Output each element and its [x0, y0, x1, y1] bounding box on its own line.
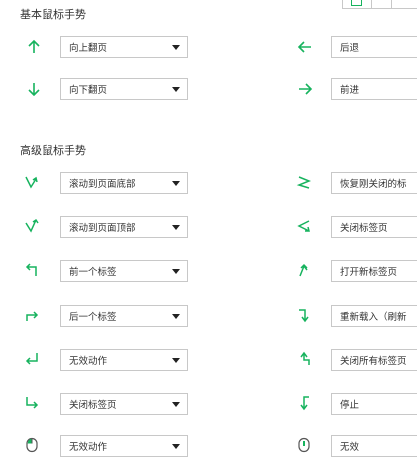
gesture-right-down-icon: [296, 307, 312, 323]
gesture-select-up[interactable]: 向上翻页: [60, 36, 188, 58]
caret-down-icon: [172, 181, 180, 186]
arrow-right-icon: [297, 81, 313, 97]
select-value: 前一个标签: [69, 267, 117, 278]
gesture-up-down-icon: [24, 218, 40, 234]
select-value: 后退: [340, 43, 360, 54]
select-value: 打开新标签页: [340, 267, 398, 278]
gesture-select-adv-5[interactable]: 前一个标签: [60, 260, 188, 282]
select-value: 停止: [340, 400, 360, 411]
select-value: 滚动到页面底部: [69, 179, 136, 190]
gesture-select-right[interactable]: 前进: [331, 78, 417, 100]
caret-down-icon: [172, 269, 180, 274]
divider: [371, 0, 372, 8]
arrow-up-icon: [26, 39, 42, 55]
section-title-basic: 基本鼠标手势: [20, 8, 86, 21]
gesture-down-left-icon: [24, 351, 40, 367]
select-value: 关闭标签页: [69, 400, 117, 411]
select-value: 关闭所有标签页: [340, 356, 407, 367]
gesture-down-right-icon: [24, 395, 40, 411]
gesture-select-adv-14[interactable]: 无效: [331, 435, 417, 457]
gesture-right-icon: [24, 307, 40, 323]
select-value: 恢复刚关闭的标: [340, 179, 407, 190]
gesture-select-adv-8[interactable]: 重新载入（刷新: [331, 305, 417, 327]
gesture-up-left-icon: [24, 262, 40, 278]
gesture-down-left-alt-icon: [296, 395, 312, 411]
caret-down-icon: [172, 358, 180, 363]
select-value: 重新载入（刷新: [340, 312, 407, 323]
gesture-down-up-icon: [24, 174, 40, 190]
select-value: 向上翻页: [69, 43, 108, 54]
gesture-select-adv-6[interactable]: 打开新标签页: [331, 260, 417, 282]
select-value: 向下翻页: [69, 85, 108, 96]
select-value: 后一个标签: [69, 312, 117, 323]
arrow-down-icon: [26, 81, 42, 97]
gesture-select-adv-1[interactable]: 滚动到页面底部: [60, 172, 188, 194]
gesture-select-adv-13[interactable]: 无效动作: [60, 435, 188, 457]
caret-down-icon: [172, 225, 180, 230]
gesture-select-adv-2[interactable]: 恢复刚关闭的标: [331, 172, 417, 194]
mouse-left-button-icon: [24, 437, 40, 453]
select-value: 滚动到页面顶部: [69, 223, 136, 234]
arrow-left-icon: [297, 39, 313, 55]
mouse-wheel-icon: [296, 437, 312, 453]
caret-down-icon: [172, 314, 180, 319]
gesture-select-left[interactable]: 后退: [331, 36, 417, 58]
gesture-select-adv-12[interactable]: 停止: [331, 393, 417, 415]
select-value: 无效动作: [69, 356, 108, 367]
select-value: 前进: [340, 85, 360, 96]
gesture-up-right-icon: [296, 351, 312, 367]
divider: [391, 0, 392, 8]
top-toggle-control[interactable]: [342, 0, 417, 9]
gesture-select-adv-11[interactable]: 关闭标签页: [60, 393, 188, 415]
caret-down-icon: [172, 87, 180, 92]
gesture-select-adv-4[interactable]: 关闭标签页: [331, 216, 417, 238]
gesture-left-right-left-icon: [296, 218, 312, 234]
check-icon: [351, 0, 362, 6]
select-value: 关闭标签页: [340, 223, 388, 234]
gesture-right-left-right-icon: [296, 174, 312, 190]
gesture-select-down[interactable]: 向下翻页: [60, 78, 188, 100]
select-value: 无效动作: [69, 442, 108, 453]
caret-down-icon: [172, 45, 180, 50]
caret-down-icon: [172, 444, 180, 449]
gesture-down-up-alt-icon: [296, 262, 312, 278]
section-title-advanced: 高级鼠标手势: [20, 144, 86, 157]
gesture-select-adv-3[interactable]: 滚动到页面顶部: [60, 216, 188, 238]
gesture-select-adv-10[interactable]: 关闭所有标签页: [331, 349, 417, 371]
select-value: 无效: [340, 442, 360, 453]
gesture-select-adv-9[interactable]: 无效动作: [60, 349, 188, 371]
caret-down-icon: [172, 402, 180, 407]
gesture-select-adv-7[interactable]: 后一个标签: [60, 305, 188, 327]
